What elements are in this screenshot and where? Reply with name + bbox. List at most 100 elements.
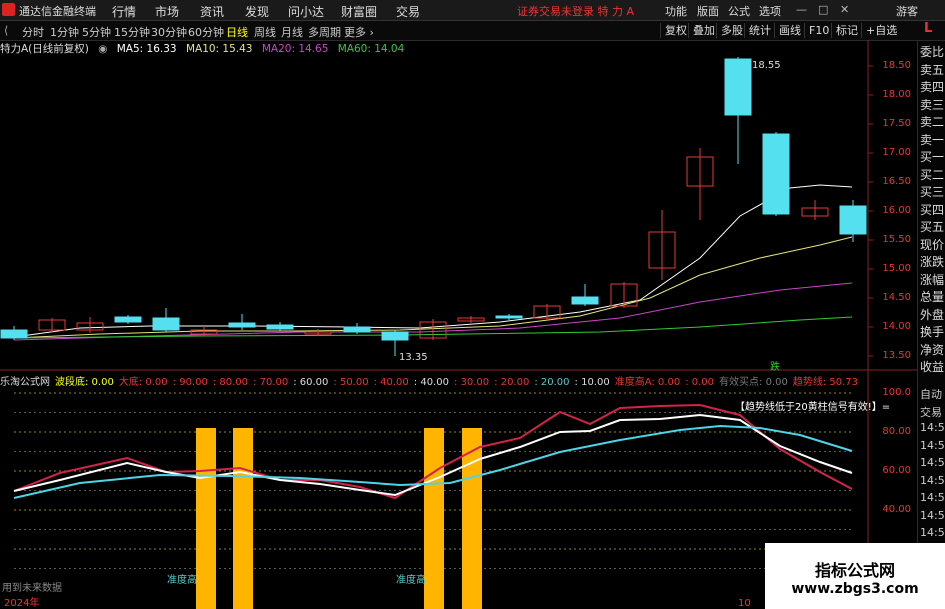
period-intraday[interactable]: 分时 [22, 24, 44, 40]
tool-overlay[interactable]: 叠加 [688, 23, 719, 38]
indicator-item: : 0.00 [685, 377, 715, 388]
menu-trade[interactable]: 交易 [396, 3, 420, 20]
side-time-label[interactable]: 交易 [920, 404, 945, 420]
side-time-label[interactable]: 14:56 [920, 474, 945, 487]
side-time-label[interactable]: 14:56 [920, 509, 945, 522]
side-top-label: L [924, 21, 933, 36]
candle-down [762, 133, 790, 215]
chart-canvas[interactable]: 13.35 18.55 跌 【趋势线低于20黄柱信号有效!】= 准度高 准度高 … [0, 40, 917, 609]
menu-wealth[interactable]: 财富圈 [341, 3, 377, 20]
period-daily[interactable]: 日线 [226, 24, 248, 40]
watermark-url: www.zbgs3.com [791, 581, 919, 597]
side-label[interactable]: 卖四 [920, 78, 945, 95]
indicator-tick: 80.00 [882, 426, 911, 437]
indicator-item: : 40.00 [373, 377, 409, 388]
side-label[interactable]: 外盘 [920, 306, 945, 323]
side-label[interactable]: 卖二 [920, 113, 945, 130]
candlesticks [0, 57, 867, 356]
side-label[interactable]: 委比 [920, 43, 945, 60]
year-label: 2024年 [4, 596, 39, 609]
side-label[interactable]: 买五 [920, 218, 945, 235]
indicator-item: : 70.00 [253, 377, 289, 388]
side-label[interactable]: 涨跌 [920, 253, 945, 270]
menu-discover[interactable]: 发现 [245, 3, 269, 20]
side-label[interactable]: 换手 [920, 323, 945, 340]
menu-options[interactable]: 选项 [759, 3, 781, 19]
month-label: 10 [738, 598, 751, 609]
menu-info[interactable]: 资讯 [200, 3, 224, 20]
tool-multistock[interactable]: 多股 [716, 23, 747, 38]
side-time-label[interactable]: 14:56 [920, 491, 945, 504]
period-1min[interactable]: 1分钟 [50, 24, 79, 40]
quote-side-panel: L 委比 卖五 卖四 卖三 卖二 卖一 买一 买二 买三 买四 买五 现价 涨跌 涨幅 总量 外盘 换手 净资 收益… [917, 21, 945, 609]
side-label[interactable]: 卖一 [920, 131, 945, 148]
period-5min[interactable]: 5分钟 [82, 24, 111, 40]
price-tick: 16.00 [882, 205, 911, 216]
back-icon[interactable]: ⟨ [4, 24, 8, 37]
period-more[interactable]: 更多 › [344, 24, 374, 40]
menu-layout[interactable]: 版面 [697, 3, 719, 19]
watermark-title: 指标公式网 [814, 561, 895, 580]
app-title: 通达信金融终端 [19, 5, 96, 18]
indicator-item: : 90.00 [172, 377, 208, 388]
accuracy-label-1: 准度高 [167, 573, 197, 586]
indicator-yellow-bars [196, 428, 482, 609]
accuracy-label-2: 准度高 [396, 573, 426, 586]
period-60min[interactable]: 60分钟 [188, 24, 224, 40]
side-label[interactable]: 卖五 [920, 61, 945, 78]
side-label[interactable]: 涨幅 [920, 271, 945, 288]
tool-draw[interactable]: 画线 [774, 23, 805, 38]
signal-note: 【趋势线低于20黄柱信号有效!】= [735, 400, 890, 413]
price-tick: 17.50 [882, 118, 911, 129]
menu-formula[interactable]: 公式 [728, 3, 750, 19]
menu-ask[interactable]: 问小达 [288, 3, 324, 20]
side-label[interactable]: 买三 [920, 183, 945, 200]
tool-mark[interactable]: 标记 [831, 23, 862, 38]
price-tick: 14.50 [882, 292, 911, 303]
side-time-label[interactable]: 14:56 [920, 439, 945, 452]
period-multi[interactable]: 多周期 [308, 24, 341, 40]
indicator-tick: 40.00 [882, 504, 911, 515]
app-logo-icon [2, 3, 15, 16]
indicator-item: 准度高A: 0.00 [614, 377, 681, 388]
indicator-item: 有效买点: 0.00 [719, 377, 788, 388]
side-label[interactable]: 买一 [920, 148, 945, 165]
side-time-label[interactable]: 14:56 [920, 456, 945, 469]
tool-add-watchlist[interactable]: +自选 [861, 23, 901, 38]
close-icon[interactable]: ✕ [840, 3, 849, 16]
minimize-icon[interactable]: — [796, 3, 807, 16]
period-weekly[interactable]: 周线 [254, 24, 276, 40]
side-label[interactable]: 净资 [920, 341, 945, 358]
menu-bar: 通达信金融终端 行情 市场 资讯 发现 问小达 财富圈 交易 证券交易未登录 特… [0, 0, 945, 21]
future-data-note: 用到未来数据 [2, 581, 62, 594]
side-label[interactable]: 卖三 [920, 96, 945, 113]
side-label[interactable]: 买二 [920, 166, 945, 183]
menu-market[interactable]: 市场 [155, 3, 179, 20]
period-monthly[interactable]: 月线 [281, 24, 303, 40]
tool-adjust[interactable]: 复权 [660, 23, 691, 38]
guest-label[interactable]: 游客 [896, 3, 918, 19]
side-time-label[interactable]: 14:56 [920, 526, 945, 539]
side-label[interactable]: 收益 [920, 358, 945, 375]
candle-down [228, 322, 256, 328]
candle-down [0, 329, 28, 339]
period-30min[interactable]: 30分钟 [151, 24, 187, 40]
menu-function[interactable]: 功能 [665, 3, 687, 19]
fall-label: 跌 [770, 360, 780, 373]
tool-f10[interactable]: F10 [804, 23, 833, 38]
candle-down [839, 205, 867, 235]
indicator-item: 波段底: 0.00 [55, 377, 114, 388]
ma-line-0 [13, 184, 853, 338]
side-label[interactable]: 总量 [920, 288, 945, 305]
tool-stats[interactable]: 统计 [744, 23, 775, 38]
menu-quotes[interactable]: 行情 [112, 3, 136, 20]
price-tick: 13.50 [882, 350, 911, 361]
login-warning: 证券交易未登录 特 力 A [517, 5, 635, 18]
restore-icon[interactable]: □ [818, 3, 828, 16]
side-label[interactable]: 现价 [920, 236, 945, 253]
side-time-label[interactable]: 自动 [920, 386, 945, 402]
period-15min[interactable]: 15分钟 [114, 24, 150, 40]
side-label[interactable]: 买四 [920, 201, 945, 218]
price-tick: 18.00 [882, 89, 911, 100]
side-time-label[interactable]: 14:56 [920, 421, 945, 434]
